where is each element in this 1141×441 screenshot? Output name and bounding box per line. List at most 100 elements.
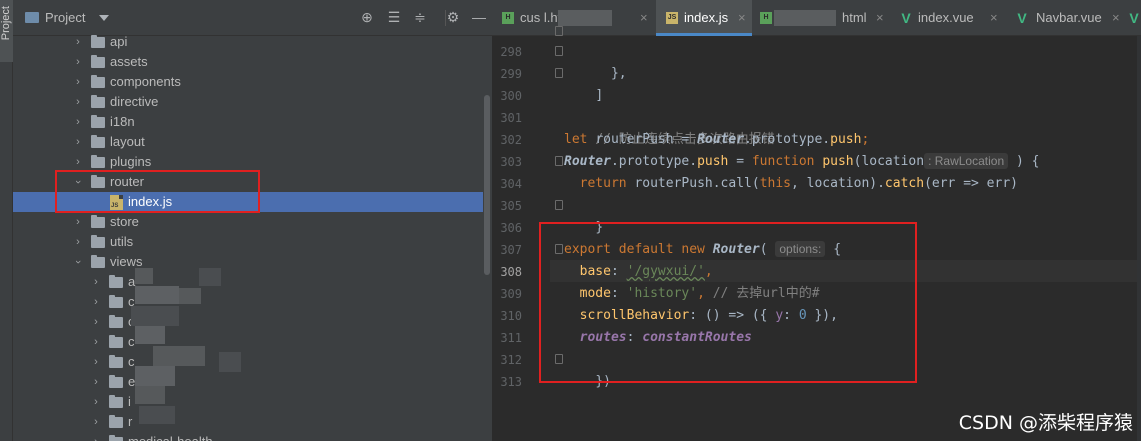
locate-icon[interactable]: ⊕: [359, 9, 375, 25]
code-line-299[interactable]: ]: [564, 63, 603, 103]
expand-all-icon[interactable]: ☰: [386, 9, 402, 25]
chevron-right-icon[interactable]: ›: [72, 115, 84, 129]
code-token: (err => err): [924, 176, 1018, 191]
tab-navbar-vue[interactable]: V Navbar.vue ×: [1008, 0, 1128, 36]
tree-item-api[interactable]: › api: [13, 32, 483, 52]
code-token: ]: [595, 88, 604, 103]
project-tool-tab[interactable]: Project: [0, 0, 13, 62]
code-line-304[interactable]: return routerPush.call(this, location).c…: [564, 173, 1018, 195]
annotation-box-router: [55, 170, 260, 213]
tree-item-views-child[interactable]: › c: [13, 352, 483, 372]
chevron-right-icon[interactable]: ›: [72, 135, 84, 149]
code-line-298[interactable]: },: [564, 41, 627, 81]
code-keyword: function: [751, 154, 823, 169]
chevron-right-icon[interactable]: ›: [72, 215, 84, 229]
redaction-block: [135, 386, 165, 404]
chevron-right-icon[interactable]: ›: [72, 75, 84, 89]
redaction-block: [153, 346, 205, 366]
code-token: .prototype.: [744, 132, 831, 147]
editor-scrollbar[interactable]: [1137, 36, 1141, 441]
tree-item-layout[interactable]: › layout: [13, 132, 483, 152]
code-token: ) {: [1008, 154, 1040, 169]
chevron-right-icon[interactable]: ›: [90, 415, 102, 429]
code-token: (location: [853, 154, 925, 169]
line-number: 306: [500, 221, 522, 235]
tab-index-vue[interactable]: V index.vue ×: [892, 0, 1006, 36]
tree-item-label: r: [128, 414, 133, 429]
chevron-right-icon[interactable]: ›: [90, 395, 102, 409]
project-scrollbar[interactable]: [484, 95, 490, 275]
tab-overflow[interactable]: V i: [1124, 0, 1141, 36]
line-number: 313: [500, 375, 522, 389]
code-function: push: [697, 154, 729, 169]
tree-item-components[interactable]: › components: [13, 72, 483, 92]
fold-marker-icon[interactable]: [555, 26, 563, 36]
tree-item-views-child[interactable]: › medical-health: [13, 432, 483, 441]
line-number: 311: [500, 331, 522, 345]
code-keyword: let: [564, 132, 596, 147]
close-icon[interactable]: ×: [876, 0, 884, 36]
tree-item-plugins[interactable]: › plugins: [13, 152, 483, 172]
project-panel-title[interactable]: Project: [45, 10, 85, 25]
chevron-down-icon[interactable]: [99, 15, 109, 21]
folder-icon: [109, 355, 123, 368]
fold-marker-icon[interactable]: [555, 156, 563, 166]
chevron-right-icon[interactable]: ›: [72, 35, 84, 49]
redaction-block: [135, 268, 153, 284]
tree-item-label: store: [110, 214, 139, 229]
close-icon[interactable]: ×: [990, 0, 998, 36]
tree-item-views-child[interactable]: › c: [13, 312, 483, 332]
code-token: routerPush.call(: [634, 176, 760, 191]
chevron-right-icon[interactable]: ›: [72, 55, 84, 69]
editor-tab-bar: H cus l.html × JS index.js × H html × V …: [492, 0, 1141, 36]
hide-icon[interactable]: —: [471, 9, 487, 25]
chevron-right-icon[interactable]: ›: [72, 155, 84, 169]
chevron-down-icon[interactable]: ›: [71, 256, 85, 268]
tree-item-i18n[interactable]: › i18n: [13, 112, 483, 132]
fold-marker-icon[interactable]: [555, 46, 563, 56]
tree-item-label: utils: [110, 234, 134, 249]
code-token: , location).: [791, 176, 885, 191]
code-line-302[interactable]: let routerPush = Router.prototype.push;: [564, 129, 869, 151]
chevron-right-icon[interactable]: ›: [90, 335, 102, 349]
tab-index-js[interactable]: JS index.js ×: [656, 0, 752, 36]
code-line-305[interactable]: }: [564, 195, 603, 235]
tree-item-views-child[interactable]: › c: [13, 332, 483, 352]
close-icon[interactable]: ×: [640, 0, 648, 36]
tree-item-views-child[interactable]: › r: [13, 412, 483, 432]
tree-item-views[interactable]: › views: [13, 252, 483, 272]
chevron-right-icon[interactable]: ›: [72, 235, 84, 249]
code-class: Router: [564, 154, 611, 169]
folder-icon: [91, 235, 105, 248]
tree-item-views-child[interactable]: › i: [13, 392, 483, 412]
tree-item-views-child[interactable]: › e: [13, 372, 483, 392]
close-icon[interactable]: ×: [1112, 0, 1120, 36]
folder-icon: [91, 155, 105, 168]
tree-item-directive[interactable]: › directive: [13, 92, 483, 112]
fold-marker-icon[interactable]: [555, 200, 563, 210]
code-token: ;: [861, 132, 870, 147]
redaction-block: [179, 288, 201, 304]
line-number: 307: [500, 243, 522, 257]
gear-icon[interactable]: ⚙: [445, 9, 461, 25]
tree-item-assets[interactable]: › assets: [13, 52, 483, 72]
close-icon[interactable]: ×: [738, 0, 746, 36]
code-line-301[interactable]: // 防止连续点击多次路由报错: [564, 107, 774, 147]
tree-item-utils[interactable]: › utils: [13, 232, 483, 252]
fold-marker-icon[interactable]: [555, 68, 563, 78]
tree-item-views-child[interactable]: › c: [13, 292, 483, 312]
chevron-right-icon[interactable]: ›: [90, 375, 102, 389]
vue-file-icon: V: [1129, 10, 1139, 26]
chevron-right-icon[interactable]: ›: [90, 275, 102, 289]
tree-item-views-child[interactable]: › a: [13, 272, 483, 292]
code-function: catch: [884, 176, 925, 191]
chevron-right-icon[interactable]: ›: [90, 295, 102, 309]
code-line-303[interactable]: Router.prototype.push = function push(lo…: [564, 151, 1039, 173]
chevron-right-icon[interactable]: ›: [72, 95, 84, 109]
chevron-right-icon[interactable]: ›: [90, 315, 102, 329]
collapse-all-icon[interactable]: ≑: [412, 9, 428, 25]
folder-icon: [109, 295, 123, 308]
tree-item-store[interactable]: › store: [13, 212, 483, 232]
chevron-right-icon[interactable]: ›: [90, 355, 102, 369]
chevron-right-icon[interactable]: ›: [90, 435, 102, 441]
